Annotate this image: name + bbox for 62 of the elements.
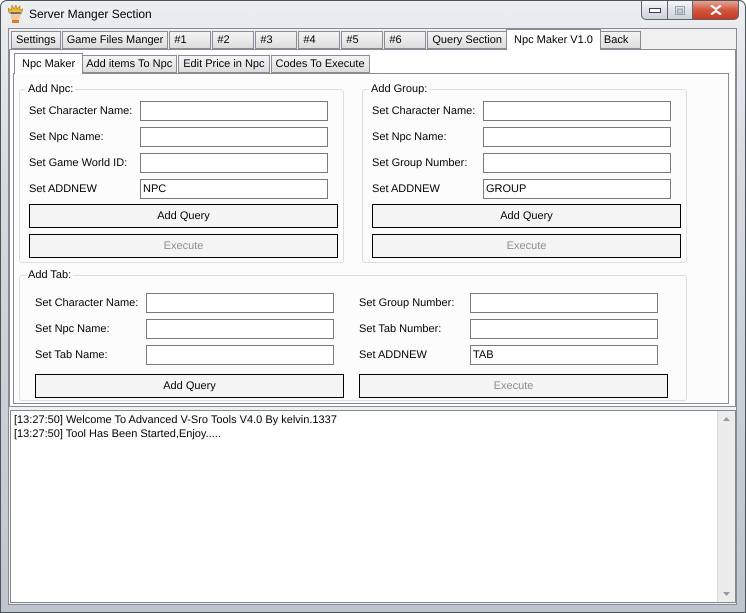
text-field[interactable] [470,319,658,339]
minimize-icon [648,8,660,12]
text-field[interactable] [140,153,328,173]
down-arrow-icon[interactable] [723,592,730,596]
tab[interactable]: Add items To Npc [81,55,178,73]
text-field[interactable] [483,127,671,147]
field-label: Set Group Number: [359,297,454,309]
field-label: Set Tab Number: [359,323,442,335]
tab[interactable]: Npc Maker V1.0 [506,29,601,50]
field-label: Set Npc Name: [29,131,104,143]
head-icon [8,5,23,23]
group-title: Add Npc: [26,82,76,96]
text-field[interactable] [140,127,328,147]
tab[interactable]: #5 [341,31,384,49]
text-field[interactable] [146,293,334,313]
action-button[interactable]: Add Query [35,374,344,398]
close-icon [710,5,722,15]
field-label: Set ADDNEW [29,183,97,195]
tab[interactable]: Game Files Manger [62,31,168,49]
close-button[interactable] [693,1,739,20]
field-label: Set Npc Name: [35,323,110,335]
text-field[interactable] [483,101,671,121]
field-label: Set Npc Name: [372,131,447,143]
text-field[interactable] [146,319,334,339]
text-field[interactable]: TAB [470,345,658,365]
group-title: Add Group: [369,82,430,96]
tab[interactable]: Settings [11,31,61,49]
action-button[interactable]: Add Query [372,204,681,228]
tab[interactable]: #4 [298,31,340,49]
up-arrow-icon[interactable] [723,417,730,421]
tab[interactable]: #6 [384,31,426,49]
field-label: Set Tab Name: [35,349,108,361]
text-field[interactable] [140,101,328,121]
text-field[interactable] [146,345,334,365]
field-label: Set ADDNEW [359,349,427,361]
scrollbar[interactable] [717,411,735,602]
field-label: Set ADDNEW [372,183,440,195]
text-field[interactable]: NPC [140,179,328,199]
log-line: [13:27:50] Welcome To Advanced V-Sro Tools V4.0 By kelvin.1337 [14,413,337,427]
log-line: [13:27:50] Tool Has Been Started,Enjoy..... [14,427,221,441]
tab[interactable]: #3 [255,31,298,49]
field-label: Set Character Name: [35,297,138,309]
tab[interactable]: Back [598,31,641,49]
log-textbox[interactable]: [13:27:50] Welcome To Advanced V-Sro Tools V4.0 By kelvin.1337 [13:27:50] Tool Has Been Started,Enjoy..... [10,410,736,603]
tab[interactable]: #2 [212,31,254,49]
field-label: Set Character Name: [372,105,476,117]
tab[interactable]: #1 [169,31,212,49]
text-field[interactable] [483,153,671,173]
field-label: Set Group Number: [372,157,468,169]
field-label: Set Character Name: [29,105,132,117]
window-title: Server Manger Section [29,6,152,22]
minimize-button[interactable] [641,1,668,20]
action-button[interactable]: Add Query [29,204,338,228]
tab[interactable]: Npc Maker [14,53,84,74]
field-label: Set Game World ID: [29,157,128,169]
text-field[interactable]: GROUP [483,179,671,199]
maximize-icon [675,6,685,14]
text-field[interactable] [470,293,658,313]
tab[interactable]: Query Section [427,31,508,49]
tab[interactable]: Codes To Execute [270,55,370,73]
maximize-button[interactable] [668,1,693,20]
tab[interactable]: Edit Price in Npc [178,55,270,73]
